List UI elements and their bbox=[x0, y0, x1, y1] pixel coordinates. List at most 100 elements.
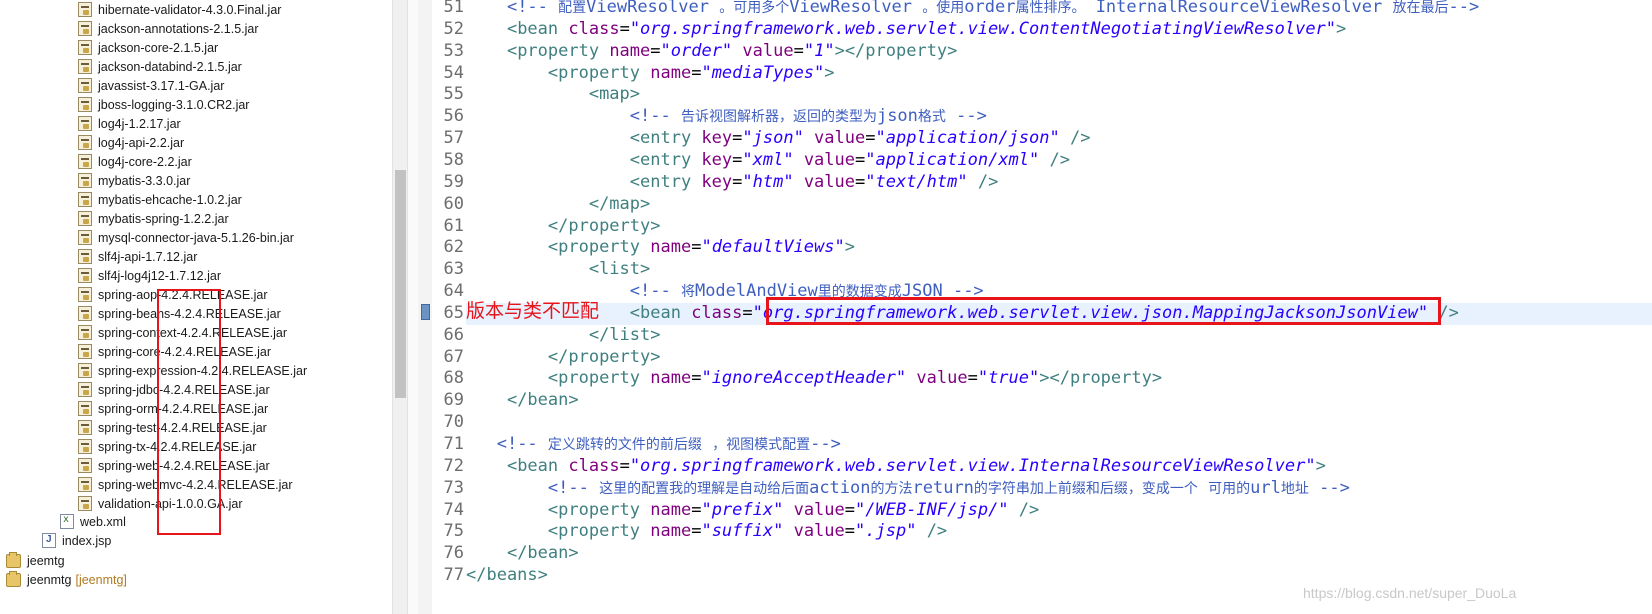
code-line[interactable]: 60 </map> bbox=[418, 193, 1652, 215]
jar-file-icon bbox=[78, 173, 92, 188]
jar-file-icon bbox=[78, 135, 92, 150]
code-line[interactable]: 58 <entry key="xml" value="application/x… bbox=[418, 149, 1652, 171]
code-line[interactable]: 70 bbox=[418, 411, 1652, 433]
jsp-file-icon bbox=[42, 533, 56, 548]
jar-file-icon bbox=[78, 325, 92, 340]
tree-scrollbar[interactable] bbox=[392, 0, 408, 614]
tree-item-web-xml[interactable]: web.xml bbox=[60, 512, 126, 531]
tree-item-jar[interactable]: hibernate-validator-4.3.0.Final.jar bbox=[78, 0, 281, 19]
code-line[interactable]: 54 <property name="mediaTypes"> bbox=[418, 62, 1652, 84]
code-text: <property name="mediaTypes"> bbox=[547, 62, 835, 83]
code-line[interactable]: 77 </beans> bbox=[418, 564, 1652, 586]
tree-item-label: javassist-3.17.1-GA.jar bbox=[98, 78, 225, 93]
code-line[interactable]: 69 </bean> bbox=[418, 389, 1652, 411]
code-text: <bean class="org.springframework.web.ser… bbox=[506, 455, 1326, 476]
tree-item-label: mybatis-spring-1.2.2.jar bbox=[98, 211, 229, 226]
code-line[interactable]: 61 </property> bbox=[418, 215, 1652, 237]
tree-item-jar[interactable]: log4j-api-2.2.jar bbox=[78, 133, 184, 152]
code-text: <entry key="htm" value="text/htm" /> bbox=[629, 171, 999, 192]
code-text: </bean> bbox=[506, 390, 579, 411]
code-line[interactable]: 76 </bean> bbox=[418, 542, 1652, 564]
code-text: <map> bbox=[588, 84, 641, 105]
code-line[interactable]: 75 <property name="suffix" value=".jsp" … bbox=[418, 520, 1652, 542]
code-text: <!-- 这里的配置我的理解是自动给后面action的方法return的字符串加… bbox=[547, 477, 1350, 498]
jar-file-icon bbox=[78, 496, 92, 511]
jar-file-icon bbox=[78, 78, 92, 93]
tree-item-label: mybatis-3.3.0.jar bbox=[98, 173, 191, 188]
line-number: 52 bbox=[443, 18, 464, 39]
code-line[interactable]: 67 </property> bbox=[418, 346, 1652, 368]
tree-item-jar[interactable]: log4j-1.2.17.jar bbox=[78, 114, 181, 133]
code-line[interactable]: 53 <property name="order" value="1"></pr… bbox=[418, 40, 1652, 62]
code-line[interactable]: 73 <!-- 这里的配置我的理解是自动给后面action的方法return的字… bbox=[418, 477, 1652, 499]
tree-item-jar[interactable]: mybatis-ehcache-1.0.2.jar bbox=[78, 190, 242, 209]
tree-item-jar[interactable]: mysql-connector-java-5.1.26-bin.jar bbox=[78, 228, 294, 247]
code-line[interactable]: 71 <!-- 定义跳转的文件的前后缀 ，视图模式配置--> bbox=[418, 433, 1652, 455]
jar-file-icon bbox=[78, 477, 92, 492]
tree-item-jar[interactable]: log4j-core-2.2.jar bbox=[78, 152, 192, 171]
tree-item-jar[interactable]: jackson-core-2.1.5.jar bbox=[78, 38, 218, 57]
tree-item-project-jeenmtg[interactable]: jeenmtg [jeenmtg] bbox=[6, 570, 127, 589]
tree-item-index-jsp[interactable]: index.jsp bbox=[42, 531, 111, 550]
jar-file-icon bbox=[78, 401, 92, 416]
code-line[interactable]: 56 <!-- 告诉视图解析器，返回的类型为json格式 --> bbox=[418, 105, 1652, 127]
code-line[interactable]: 62 <property name="defaultViews"> bbox=[418, 236, 1652, 258]
code-text: <!-- 告诉视图解析器，返回的类型为json格式 --> bbox=[629, 106, 987, 127]
jar-file-icon bbox=[78, 230, 92, 245]
line-number: 74 bbox=[443, 499, 464, 520]
line-number: 57 bbox=[443, 128, 464, 149]
tree-item-jar[interactable]: jboss-logging-3.1.0.CR2.jar bbox=[78, 95, 249, 114]
code-line[interactable]: 52 <bean class="org.springframework.web.… bbox=[418, 18, 1652, 40]
line-number: 51 bbox=[443, 0, 464, 17]
line-number: 61 bbox=[443, 215, 464, 236]
code-line[interactable]: 55 <map> bbox=[418, 83, 1652, 105]
class-highlight-box bbox=[766, 297, 1441, 325]
tree-item-jar[interactable]: slf4j-api-1.7.12.jar bbox=[78, 247, 197, 266]
code-text: <property name="ignoreAcceptHeader" valu… bbox=[547, 368, 1163, 389]
tree-item-jar[interactable]: javassist-3.17.1-GA.jar bbox=[78, 76, 224, 95]
line-number: 68 bbox=[443, 368, 464, 389]
line-number: 64 bbox=[443, 281, 464, 302]
tree-item-project-jeemtg[interactable]: jeemtg bbox=[6, 551, 65, 570]
tree-item-label: jackson-databind-2.1.5.jar bbox=[98, 59, 242, 74]
tree-item-label: hibernate-validator-4.3.0.Final.jar bbox=[98, 2, 282, 17]
line-number: 59 bbox=[443, 171, 464, 192]
code-line[interactable]: 59 <entry key="htm" value="text/htm" /> bbox=[418, 171, 1652, 193]
line-number: 72 bbox=[443, 455, 464, 476]
line-number: 69 bbox=[443, 390, 464, 411]
jar-file-icon bbox=[78, 192, 92, 207]
code-line[interactable]: 66 </list> bbox=[418, 324, 1652, 346]
code-line[interactable]: 63 <list> bbox=[418, 258, 1652, 280]
code-line[interactable]: 57 <entry key="json" value="application/… bbox=[418, 127, 1652, 149]
line-number: 54 bbox=[443, 62, 464, 83]
line-number: 67 bbox=[443, 346, 464, 367]
line-number: 77 bbox=[443, 565, 464, 586]
code-text: </list> bbox=[588, 324, 661, 345]
jar-file-icon bbox=[78, 458, 92, 473]
code-line[interactable]: 72 <bean class="org.springframework.web.… bbox=[418, 455, 1652, 477]
code-line[interactable]: 74 <property name="prefix" value="/WEB-I… bbox=[418, 499, 1652, 521]
tree-item-jar[interactable]: jackson-databind-2.1.5.jar bbox=[78, 57, 242, 76]
tree-scrollbar-thumb[interactable] bbox=[395, 170, 406, 398]
tree-item-jar[interactable]: mybatis-3.3.0.jar bbox=[78, 171, 190, 190]
tree-item-label: jboss-logging-3.1.0.CR2.jar bbox=[98, 97, 250, 112]
panel-divider[interactable] bbox=[408, 0, 418, 614]
tree-item-label: log4j-api-2.2.jar bbox=[98, 135, 185, 150]
line-number: 65 bbox=[443, 302, 464, 323]
line-number: 55 bbox=[443, 84, 464, 105]
line-number: 76 bbox=[443, 543, 464, 564]
code-text: <property name="prefix" value="/WEB-INF/… bbox=[547, 499, 1040, 520]
tree-item-jar[interactable]: jackson-annotations-2.1.5.jar bbox=[78, 19, 259, 38]
code-text: <property name="defaultViews"> bbox=[547, 237, 855, 258]
watermark: https://blog.csdn.net/super_DuoLa bbox=[1303, 585, 1517, 601]
tree-item-label: jeemtg bbox=[27, 553, 65, 568]
line-number: 53 bbox=[443, 40, 464, 61]
line-number: 60 bbox=[443, 193, 464, 214]
tree-item-jar[interactable]: mybatis-spring-1.2.2.jar bbox=[78, 209, 229, 228]
project-explorer-tree: hibernate-validator-4.3.0.Final.jar jacks… bbox=[0, 0, 392, 614]
code-line[interactable]: 68 <property name="ignoreAcceptHeader" v… bbox=[418, 367, 1652, 389]
code-line[interactable]: 51 <!-- 配置ViewResolver 。可用多个ViewResolver… bbox=[418, 0, 1652, 18]
tree-item-label: slf4j-api-1.7.12.jar bbox=[98, 249, 198, 264]
project-tag: [jeenmtg] bbox=[75, 572, 127, 587]
tree-item-jar[interactable]: slf4j-log4j12-1.7.12.jar bbox=[78, 266, 221, 285]
